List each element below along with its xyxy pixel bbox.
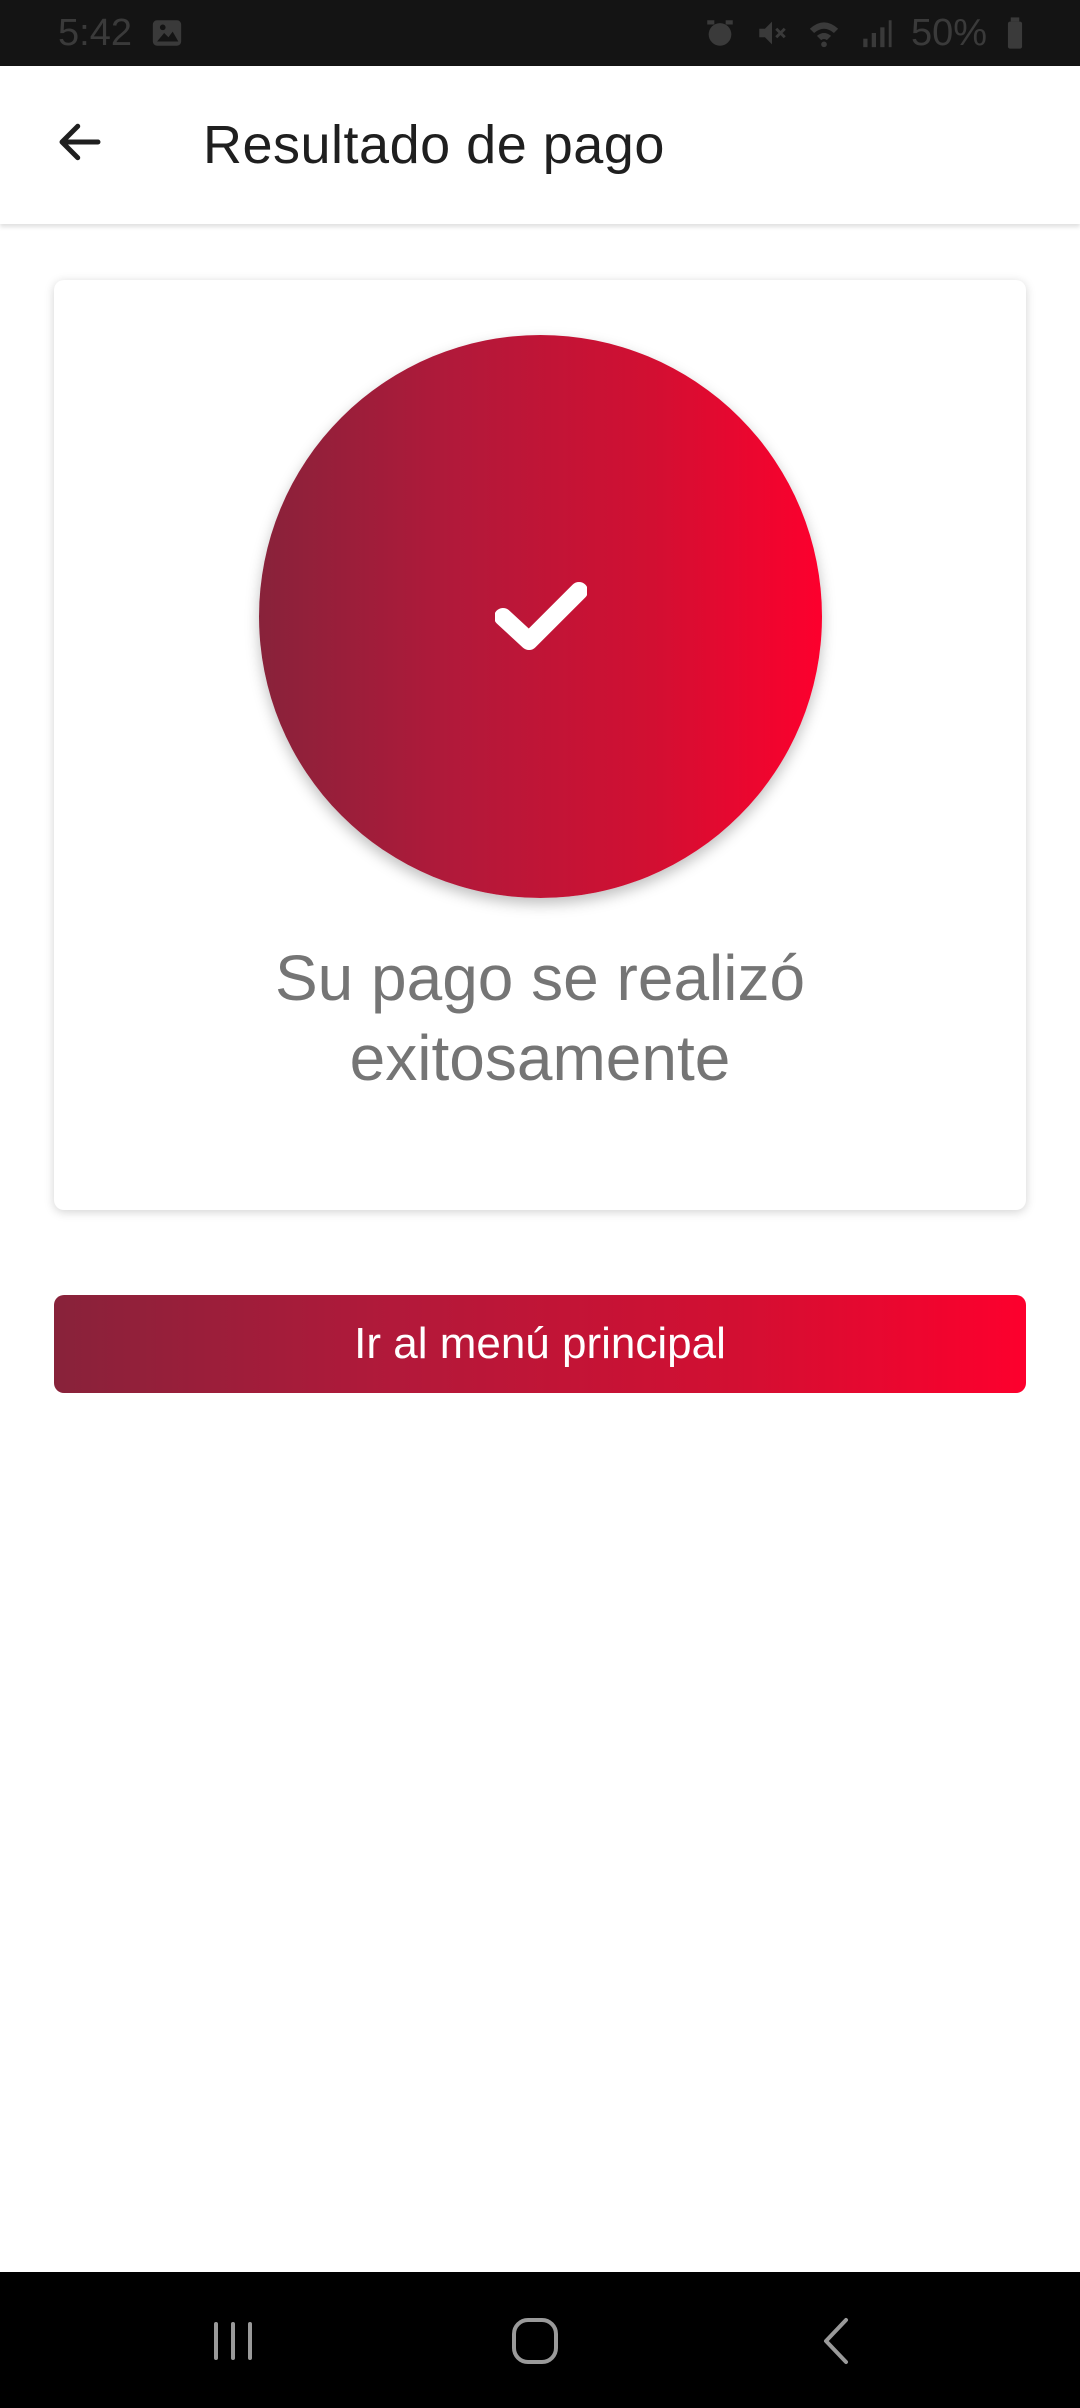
battery-percent: 50% — [910, 11, 987, 54]
status-time: 5:42 — [58, 11, 132, 54]
home-icon[interactable] — [500, 2306, 570, 2376]
back-button[interactable] — [40, 102, 120, 182]
status-right: 50% — [703, 12, 1025, 55]
app-bar: Resultado de pago — [0, 66, 1080, 224]
recent-apps-icon[interactable] — [198, 2306, 268, 2376]
result-card: Su pago se realizó exitosamente — [54, 280, 1026, 1210]
main-menu-button[interactable]: Ir al menú principal — [54, 1295, 1026, 1393]
back-icon[interactable] — [802, 2306, 872, 2376]
system-nav-bar — [0, 2272, 1080, 2408]
check-icon — [494, 581, 587, 653]
arrow-left-icon — [53, 115, 107, 169]
status-left: 5:42 — [58, 12, 184, 55]
alarm-icon — [703, 16, 737, 50]
status-bar: 5:42 50% — [0, 0, 1080, 66]
mute-icon — [755, 16, 789, 50]
signal-icon — [859, 16, 893, 50]
success-message: Su pago se realizó exitosamente — [274, 942, 806, 1094]
battery-icon — [1005, 16, 1025, 50]
gallery-icon — [150, 16, 184, 50]
wifi-icon — [807, 16, 841, 50]
page-title: Resultado de pago — [203, 115, 665, 175]
success-badge — [259, 335, 822, 898]
